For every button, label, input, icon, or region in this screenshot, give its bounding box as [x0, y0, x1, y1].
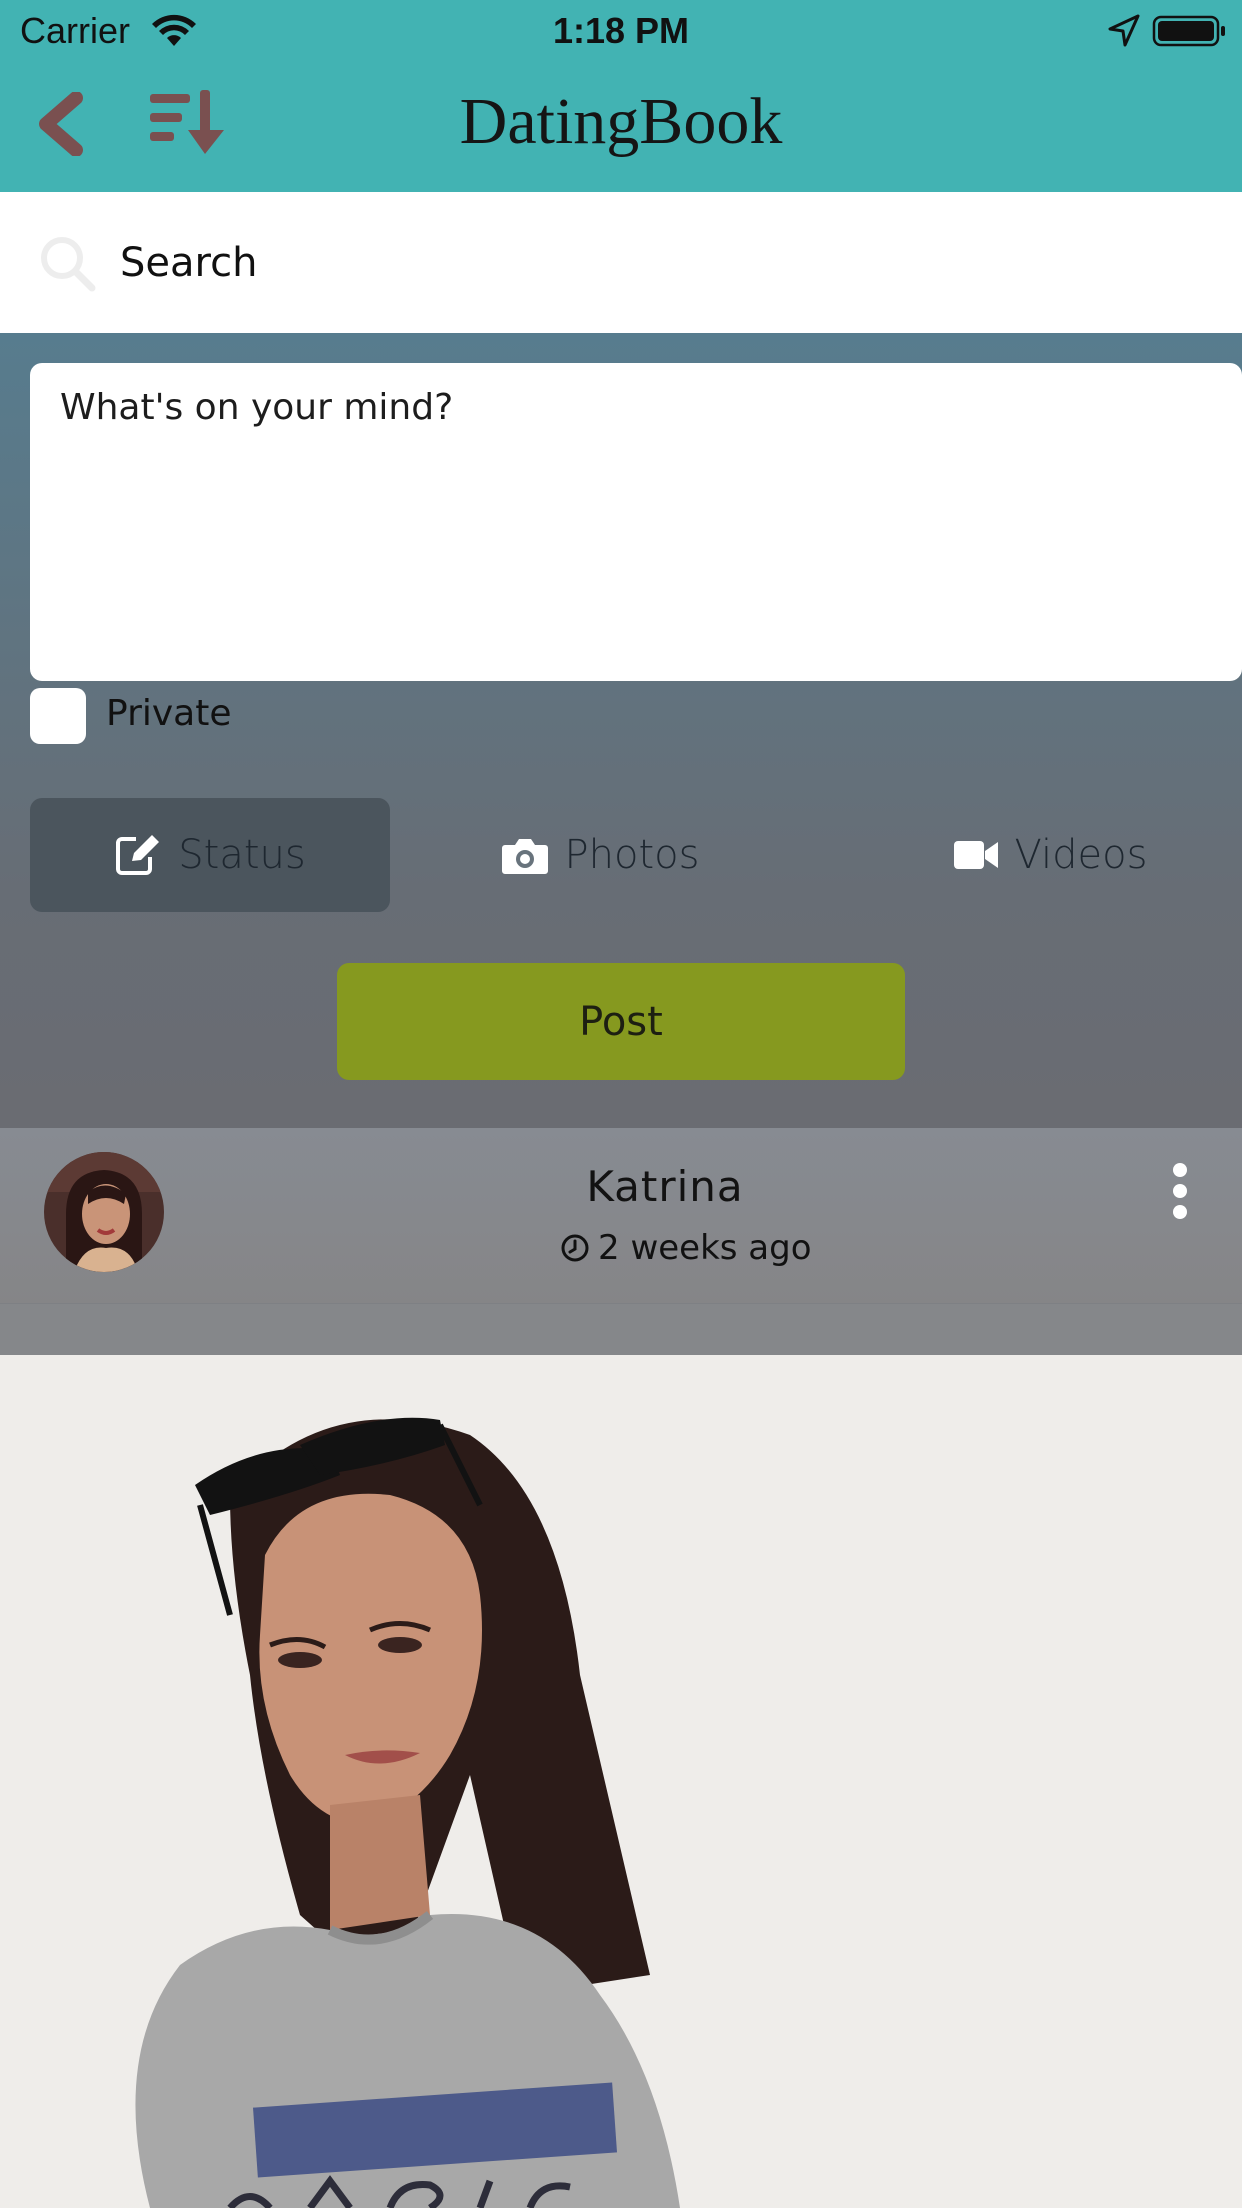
location-arrow-icon	[1108, 14, 1140, 47]
post-time-label: 2 weeks ago	[598, 1228, 812, 1268]
post-more-button[interactable]	[1160, 1160, 1200, 1224]
battery-icon	[1152, 15, 1225, 47]
tab-videos-label: Videos	[1014, 832, 1148, 878]
tab-status-label: Status	[178, 832, 306, 878]
video-camera-icon	[953, 841, 998, 869]
status-text-input[interactable]	[30, 363, 1242, 681]
status-time: 1:18 PM	[552, 10, 690, 51]
app-title: DatingBook	[459, 85, 783, 158]
search-input[interactable]	[120, 228, 1200, 298]
search-bar	[0, 192, 1242, 333]
post-divider	[0, 1303, 1242, 1356]
dating-feed-screen: Carrier 1:18 PM DatingBook Search What's…	[0, 0, 1242, 2208]
clock-icon	[561, 1234, 589, 1262]
more-vertical-icon	[1173, 1163, 1187, 1219]
post-button[interactable]: Post	[337, 963, 905, 1080]
tab-videos[interactable]: Videos	[900, 798, 1200, 912]
camera-icon	[501, 839, 548, 874]
private-checkbox[interactable]	[30, 688, 86, 744]
post-timestamp: 2 weeks ago	[560, 1228, 812, 1268]
post-header	[0, 1128, 1242, 1304]
tab-photos[interactable]: Photos	[470, 798, 730, 912]
private-label: Private	[106, 693, 232, 734]
post-author-name[interactable]: Katrina	[0, 1162, 1242, 1211]
tab-status[interactable]: Status	[30, 798, 390, 912]
tab-photos-label: Photos	[564, 832, 700, 878]
edit-icon	[116, 835, 160, 875]
app-header: Carrier 1:18 PM DatingBook	[0, 0, 1242, 192]
post-photo[interactable]	[0, 1355, 1242, 2208]
post-composer: Private Status Photos Videos Post	[0, 333, 1242, 1128]
search-icon	[41, 237, 96, 292]
